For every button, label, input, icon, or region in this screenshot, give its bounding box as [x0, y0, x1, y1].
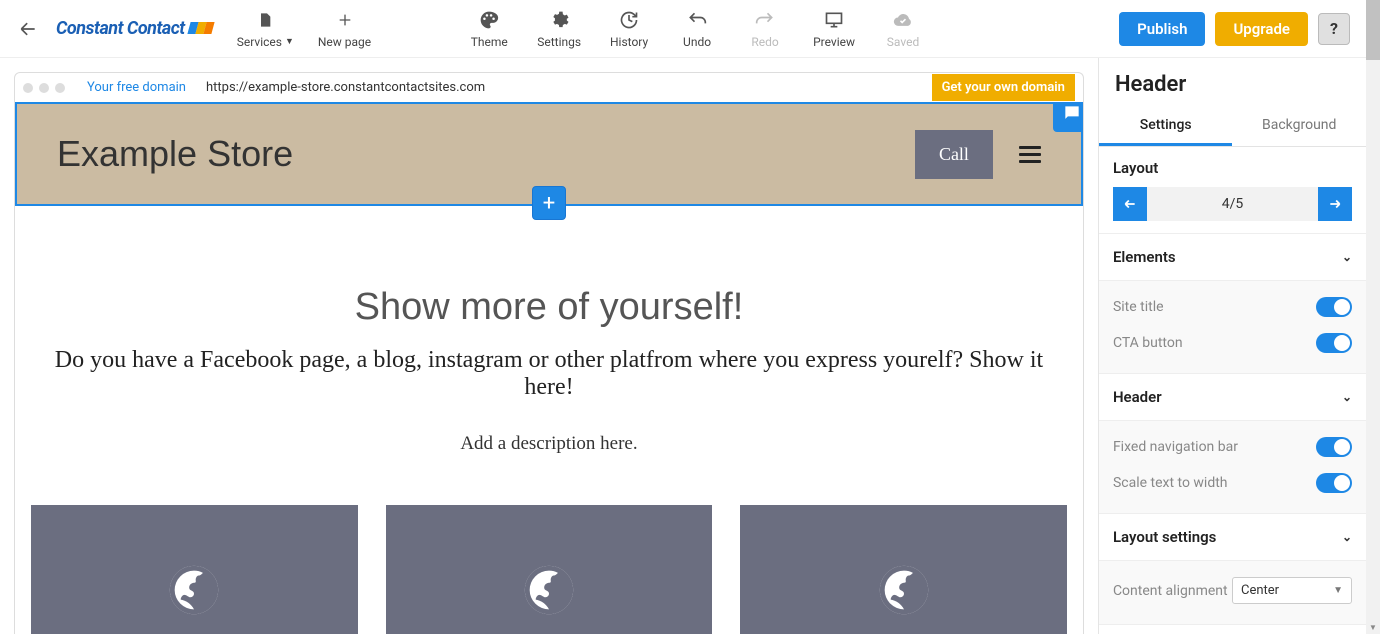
back-button[interactable] — [8, 9, 48, 49]
upgrade-button[interactable]: Upgrade — [1215, 12, 1308, 46]
chevron-down-icon: ⌄ — [1342, 390, 1352, 404]
preview-button[interactable]: Preview — [813, 9, 855, 49]
globe-icon — [520, 561, 578, 619]
window-dot — [55, 83, 65, 93]
hero-heading[interactable]: Show more of yourself! — [31, 286, 1067, 329]
logo-flag-icon — [189, 18, 213, 39]
site-canvas: Example Store Call + Show more of yourse… — [14, 102, 1084, 634]
site-header-section[interactable]: Example Store Call + — [15, 102, 1083, 206]
chevron-down-icon: ⌄ — [1342, 530, 1352, 544]
hamburger-menu-icon[interactable] — [1019, 142, 1041, 167]
layout-count: 4/5 — [1147, 196, 1318, 212]
window-dot — [39, 83, 49, 93]
scale-text-toggle[interactable] — [1316, 473, 1352, 493]
services-menu[interactable]: Services▼ — [237, 9, 294, 49]
chat-float-button[interactable] — [1053, 102, 1084, 132]
history-button[interactable]: History — [609, 9, 649, 49]
hero-section: Show more of yourself! Do you have a Fac… — [15, 206, 1083, 475]
add-section-button[interactable]: + — [532, 186, 566, 220]
services-label: Services — [237, 35, 282, 49]
palette-icon — [479, 9, 499, 31]
redo-button[interactable]: Redo — [745, 9, 785, 49]
layout-settings-accordion-header[interactable]: Layout settings ⌄ — [1099, 514, 1366, 561]
cta-button-toggle-label: CTA button — [1113, 335, 1183, 351]
browser-bar: Your free domain https://example-store.c… — [14, 72, 1084, 102]
tab-settings[interactable]: Settings — [1099, 107, 1233, 146]
undo-label: Undo — [683, 35, 711, 49]
scrollbar-down-icon[interactable]: ▼ — [1366, 620, 1380, 634]
new-page-button[interactable]: New page — [318, 9, 371, 49]
caret-down-icon: ▼ — [285, 36, 294, 47]
theme-button[interactable]: Theme — [469, 9, 509, 49]
layout-settings-label: Layout settings — [1113, 528, 1216, 546]
elements-label: Elements — [1113, 248, 1176, 266]
get-domain-button[interactable]: Get your own domain — [932, 74, 1075, 101]
file-icon — [257, 9, 273, 31]
alignment-select[interactable]: Center ▼ — [1232, 577, 1352, 604]
site-title-toggle[interactable] — [1316, 297, 1352, 317]
layout-stepper: 4/5 — [1113, 187, 1352, 221]
globe-icon — [165, 561, 223, 619]
cta-call-button[interactable]: Call — [915, 130, 993, 179]
header-acc-label: Header — [1113, 388, 1162, 406]
layout-label: Layout — [1113, 159, 1352, 177]
top-toolbar: Constant Contact Services▼ New page Them… — [0, 0, 1366, 58]
free-domain-label[interactable]: Your free domain — [79, 76, 194, 99]
theme-label: Theme — [471, 35, 508, 49]
sidebar-title: Header — [1099, 58, 1366, 107]
layout-prev-button[interactable] — [1113, 187, 1147, 221]
hero-subheading[interactable]: Do you have a Facebook page, a blog, ins… — [31, 347, 1067, 401]
publish-button[interactable]: Publish — [1119, 12, 1205, 46]
layout-next-button[interactable] — [1318, 187, 1352, 221]
scrollbar-thumb[interactable] — [1366, 0, 1380, 60]
chevron-down-icon: ⌄ — [1342, 250, 1352, 264]
elements-accordion-header[interactable]: Elements ⌄ — [1099, 234, 1366, 281]
saved-label: Saved — [887, 35, 919, 49]
tab-background[interactable]: Background — [1232, 107, 1366, 146]
brand-logo: Constant Contact — [56, 17, 213, 41]
settings-sidebar: Header Settings Background Layout 4/5 El… — [1098, 58, 1366, 634]
caret-down-icon: ▼ — [1333, 585, 1343, 596]
alignment-value: Center — [1241, 583, 1279, 598]
arrow-right-icon — [1328, 197, 1342, 211]
cta-button-toggle[interactable] — [1316, 333, 1352, 353]
header-accordion-header[interactable]: Header ⌄ — [1099, 374, 1366, 421]
history-icon — [619, 9, 639, 31]
undo-icon — [687, 9, 707, 31]
help-button[interactable]: ? — [1318, 13, 1350, 45]
alignment-label: Content alignment — [1113, 583, 1228, 599]
placeholder-card[interactable] — [31, 505, 358, 634]
history-label: History — [610, 35, 648, 49]
site-url: https://example-store.constantcontactsit… — [200, 76, 491, 99]
redo-icon — [755, 9, 775, 31]
placeholder-card[interactable] — [740, 505, 1067, 634]
redo-label: Redo — [751, 35, 778, 49]
cloud-check-icon — [892, 9, 914, 31]
placeholder-card[interactable] — [386, 505, 713, 634]
site-title[interactable]: Example Store — [57, 133, 293, 175]
globe-icon — [875, 561, 933, 619]
gear-icon — [549, 9, 569, 31]
chat-icon — [1062, 103, 1082, 123]
settings-button[interactable]: Settings — [537, 9, 581, 49]
arrow-left-icon — [1123, 197, 1137, 211]
saved-indicator: Saved — [883, 9, 923, 49]
brand-text: Constant Contact — [56, 18, 185, 39]
preview-label: Preview — [813, 35, 855, 49]
window-dot — [23, 83, 33, 93]
page-scrollbar[interactable]: ▼ — [1366, 0, 1380, 634]
fixed-nav-label: Fixed navigation bar — [1113, 439, 1238, 455]
new-page-label: New page — [318, 35, 371, 49]
scale-text-label: Scale text to width — [1113, 475, 1228, 491]
site-title-toggle-label: Site title — [1113, 299, 1164, 315]
cards-row — [15, 475, 1083, 634]
arrow-left-icon — [18, 19, 38, 39]
sidebar-tabs: Settings Background — [1099, 107, 1366, 147]
plus-icon — [337, 9, 353, 31]
settings-label: Settings — [537, 35, 581, 49]
monitor-icon — [823, 9, 845, 31]
hero-description[interactable]: Add a description here. — [31, 433, 1067, 455]
undo-button[interactable]: Undo — [677, 9, 717, 49]
fixed-nav-toggle[interactable] — [1316, 437, 1352, 457]
